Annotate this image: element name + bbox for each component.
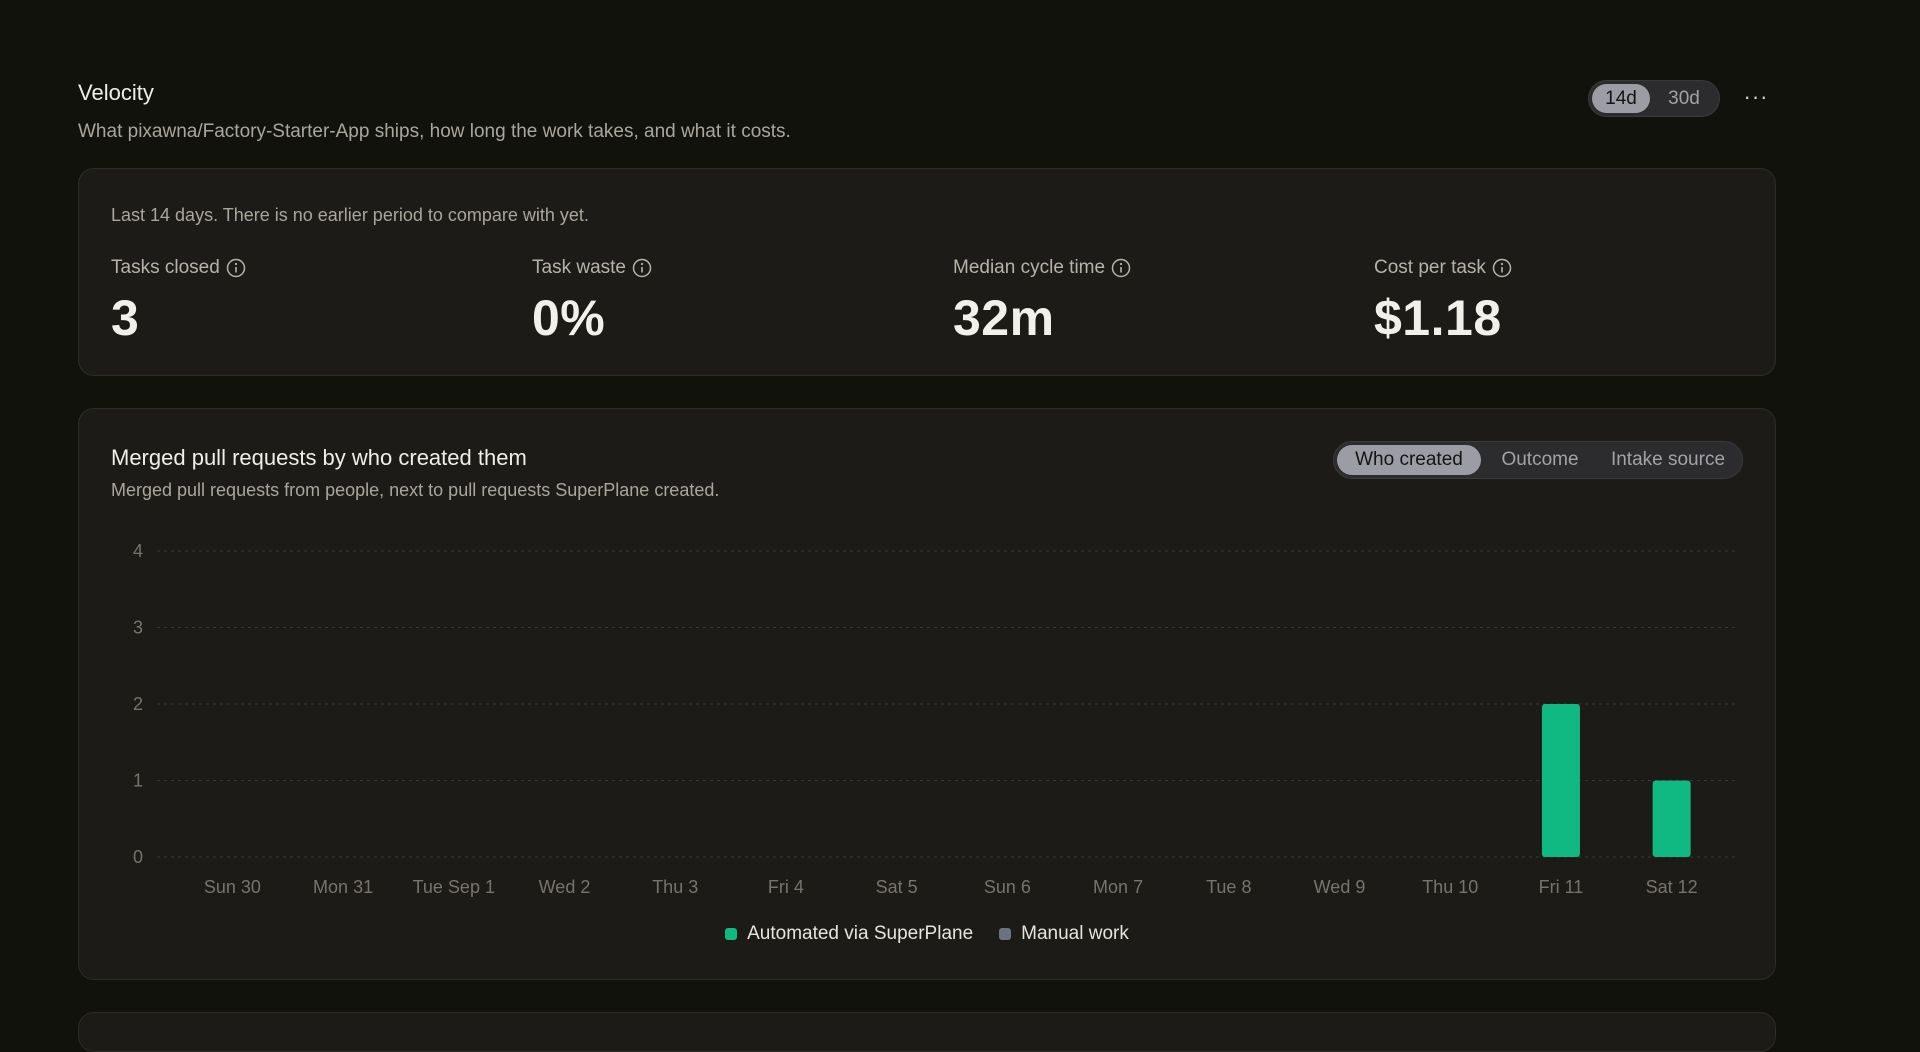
y-tick-label: 4	[133, 541, 143, 561]
x-tick-label: Fri 4	[768, 877, 804, 897]
page-header: Velocity What pixawna/Factory-Starter-Ap…	[78, 80, 1778, 150]
y-tick-label: 3	[133, 618, 143, 638]
metric-tasks-closed: Tasks closed 3	[111, 257, 491, 347]
more-options-icon[interactable]: ···	[1740, 83, 1772, 115]
x-tick-label: Fri 11	[1539, 877, 1584, 897]
metric-value: 0%	[532, 290, 606, 346]
x-tick-label: Tue Sep 1	[413, 877, 495, 897]
metric-value: 3	[111, 290, 140, 346]
x-tick-label: Tue 8	[1206, 877, 1251, 897]
period-note: Last 14 days. There is no earlier period…	[111, 205, 589, 225]
summary-card: Last 14 days. There is no earlier period…	[78, 168, 1776, 376]
metric-label: Cost per task	[1374, 257, 1486, 278]
range-toggle: 14d 30d	[1588, 80, 1720, 117]
x-tick-label: Sun 30	[204, 877, 261, 897]
x-tick-label: Sat 5	[876, 877, 918, 897]
y-tick-label: 1	[133, 771, 143, 791]
legend-swatch	[999, 928, 1012, 940]
page-title: Velocity	[78, 80, 154, 105]
bar-automated[interactable]	[1541, 704, 1580, 857]
chart-card: Merged pull requests by who created them…	[78, 408, 1776, 980]
info-circle-icon[interactable]	[226, 258, 246, 278]
x-tick-label: Mon 7	[1093, 877, 1143, 897]
info-circle-icon[interactable]	[1111, 258, 1131, 278]
metric-label: Median cycle time	[953, 257, 1106, 278]
bar-automated[interactable]	[1652, 780, 1691, 858]
x-tick-label: Sat 12	[1646, 877, 1698, 897]
bar-chart: 0 1 2 3 4 Sun 30 Mon 31 Tue Sep 1 Wed 2 Thu 3 Fri …	[133, 541, 1735, 897]
next-card	[78, 1012, 1776, 1052]
x-tick-label: Mon 31	[313, 877, 373, 897]
metric-cost-per-task: Cost per task $1.18	[1374, 257, 1754, 347]
legend-item-automated[interactable]: Automated via SuperPlane	[725, 923, 973, 945]
metric-value: 32m	[953, 290, 1055, 346]
y-tick-label: 0	[133, 847, 143, 867]
y-tick-label: 2	[133, 694, 143, 714]
legend-label: Manual work	[1021, 923, 1129, 944]
legend-label: Automated via SuperPlane	[747, 923, 974, 944]
range-option-30d[interactable]: 30d	[1653, 84, 1715, 113]
metric-label: Tasks closed	[111, 257, 220, 278]
metric-task-waste: Task waste 0%	[532, 257, 912, 347]
metric-median-cycle-time: Median cycle time 32m	[953, 257, 1333, 347]
x-tick-label: Thu 3	[652, 877, 698, 897]
x-tick-label: Sun 6	[984, 877, 1031, 897]
metric-value: $1.18	[1374, 290, 1502, 346]
metric-label: Task waste	[532, 257, 626, 278]
page-subtitle: What pixawna/Factory-Starter-App ships, …	[78, 121, 791, 142]
x-tick-label: Wed 9	[1314, 877, 1366, 897]
range-option-14d[interactable]: 14d	[1592, 84, 1650, 113]
legend-swatch	[725, 928, 738, 940]
info-circle-icon[interactable]	[1492, 258, 1512, 278]
info-circle-icon[interactable]	[632, 258, 652, 278]
legend-item-manual[interactable]: Manual work	[999, 923, 1129, 945]
chart-legend: Automated via SuperPlane Manual work	[79, 923, 1775, 945]
x-tick-label: Wed 2	[539, 877, 591, 897]
x-tick-label: Thu 10	[1422, 877, 1478, 897]
